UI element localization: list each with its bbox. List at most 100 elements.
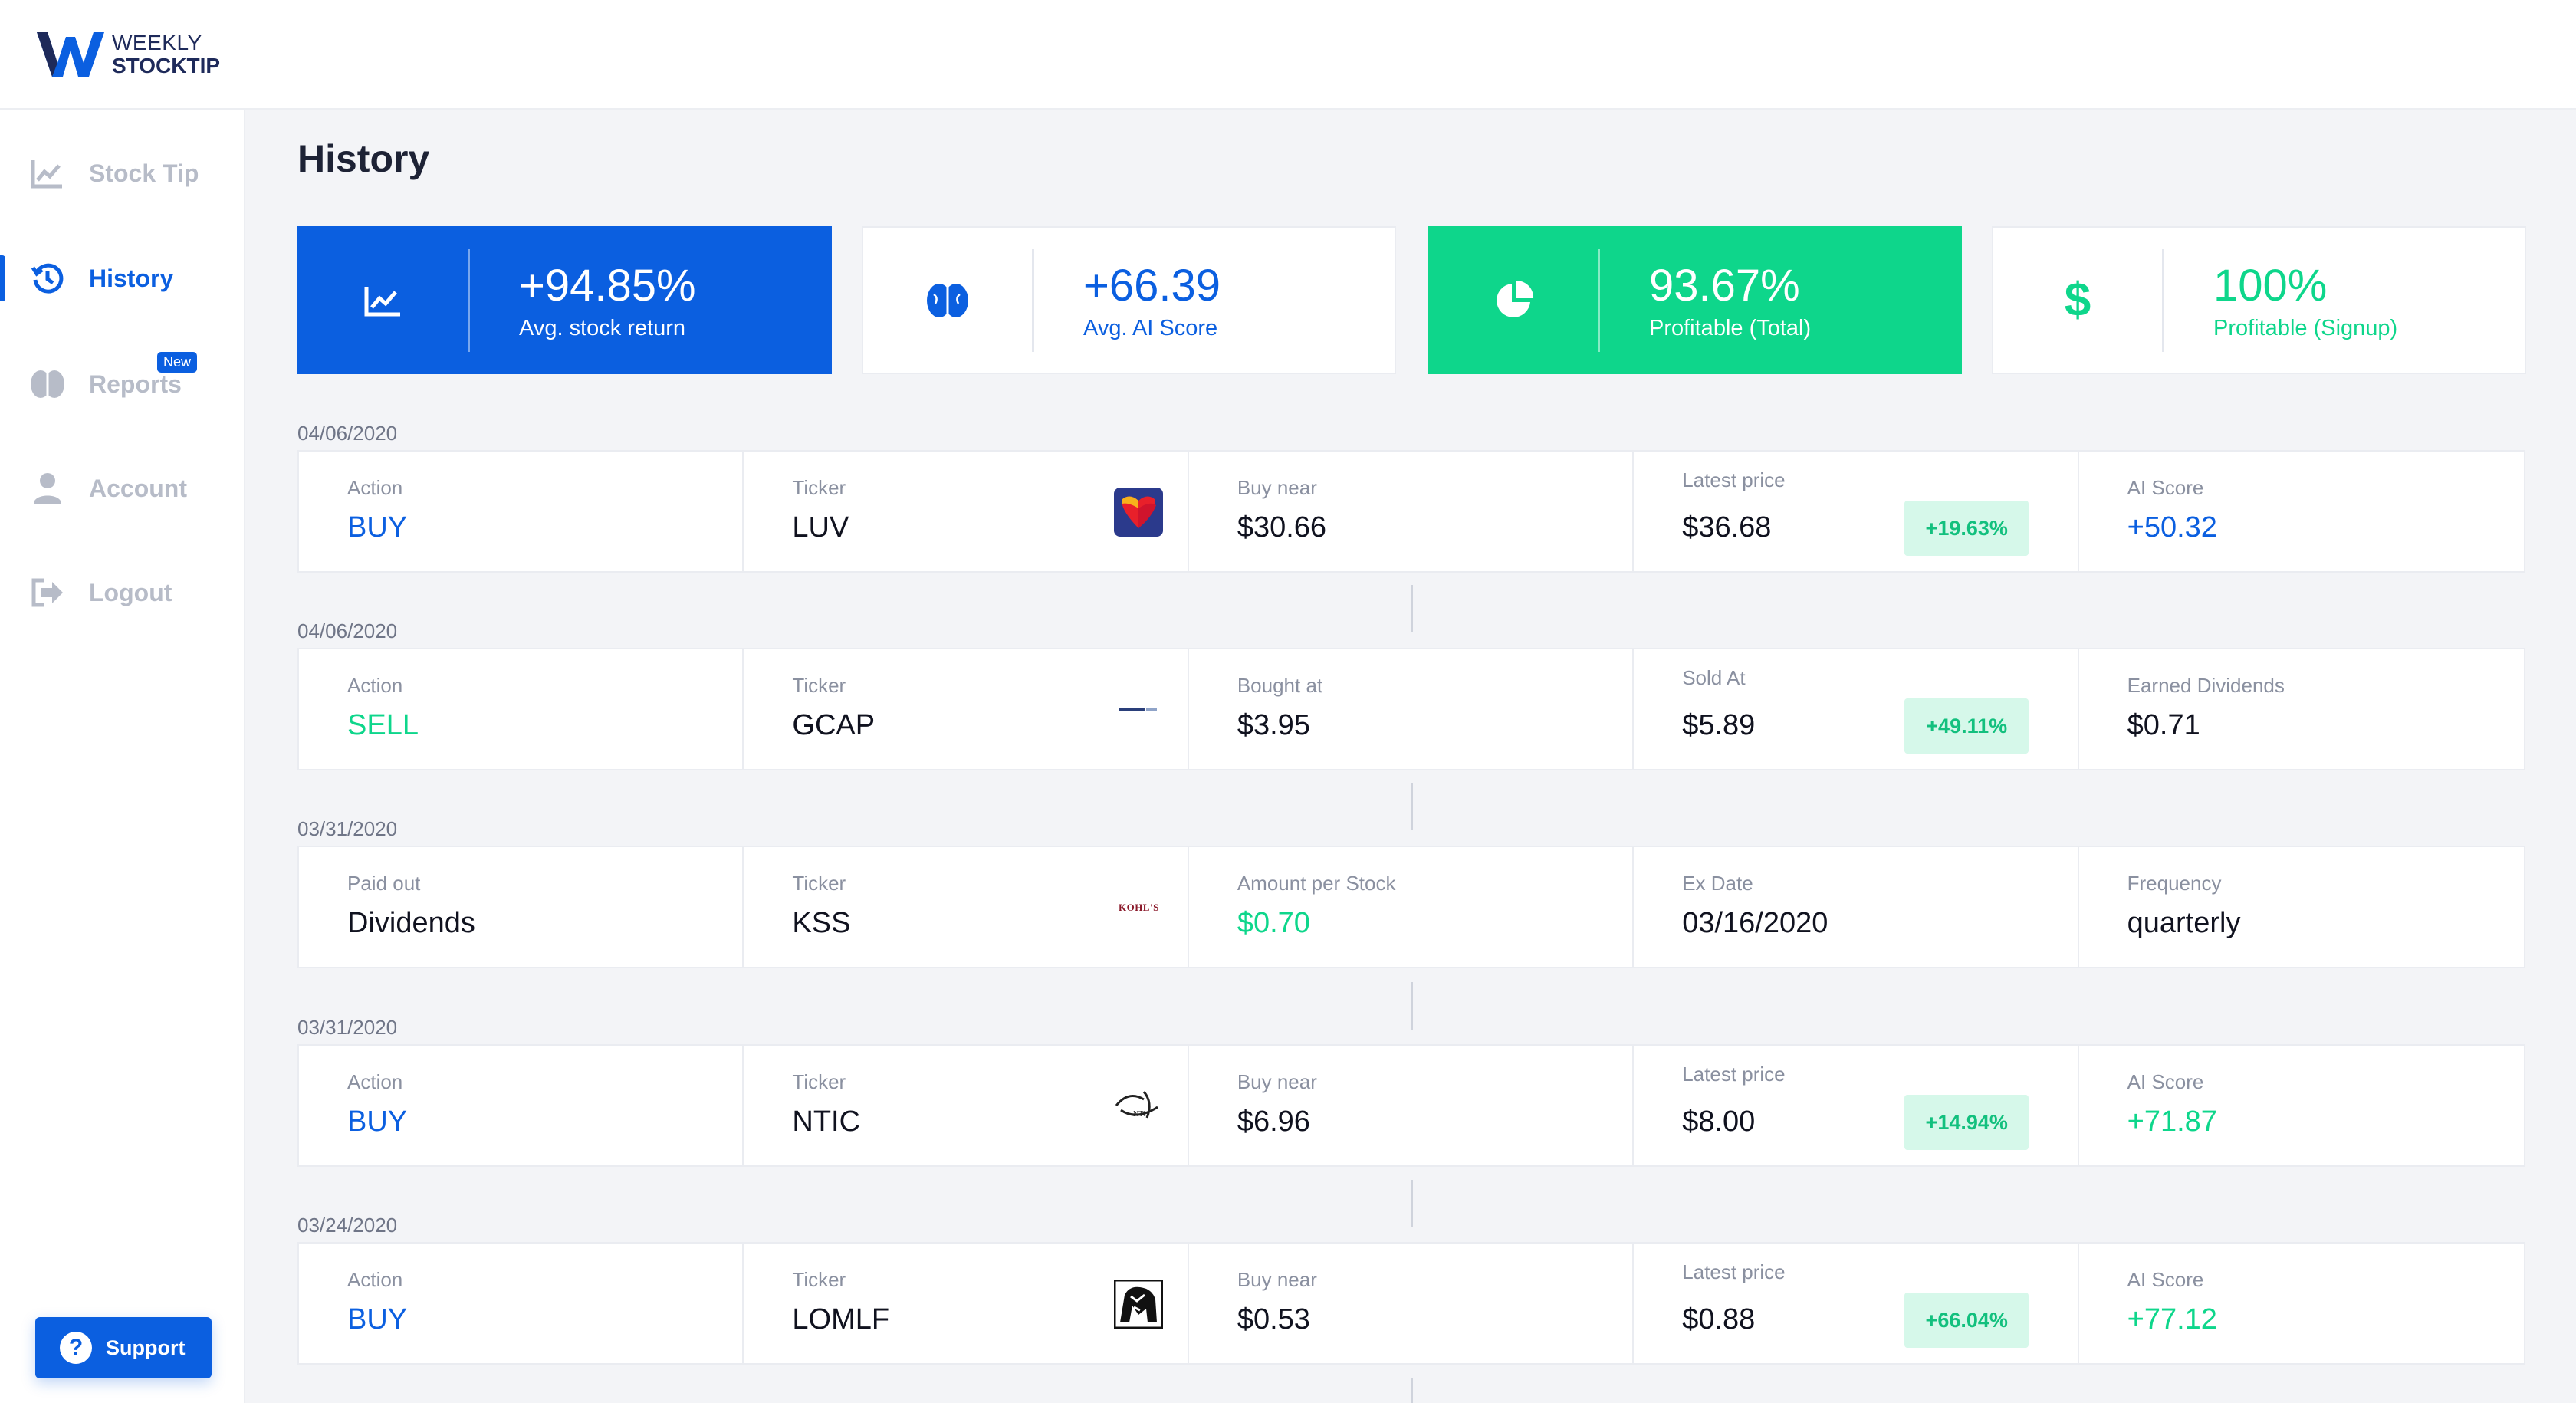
cell-label: Action bbox=[347, 1268, 403, 1291]
cell-label: Ticker bbox=[792, 476, 846, 499]
cell-label: AI Score bbox=[2127, 1070, 2204, 1093]
price-value: $6.96 bbox=[1237, 1106, 1310, 1138]
entry-date: 04/06/2020 bbox=[297, 619, 398, 642]
frequency-value: quarterly bbox=[2127, 907, 2241, 939]
stat-card-avg-ai-score: +66.39 Avg. AI Score bbox=[862, 226, 1396, 374]
sidebar-item-label: History bbox=[89, 264, 174, 292]
stat-value: 93.67% bbox=[1649, 261, 1800, 310]
top-bar: WEEKLY STOCKTIP bbox=[0, 0, 2576, 110]
history-row[interactable]: Action BUY Ticker LUV Buy near $30.66 Lates… bbox=[297, 450, 2525, 573]
cell-label: AI Score bbox=[2127, 476, 2204, 499]
ticker-value: LUV bbox=[792, 511, 849, 544]
stat-value: +94.85% bbox=[519, 261, 696, 310]
action-value: BUY bbox=[347, 1106, 408, 1138]
ai-score-value: +77.12 bbox=[2127, 1303, 2217, 1336]
sidebar-item-account[interactable]: Account bbox=[0, 458, 245, 519]
action-value: Dividends bbox=[347, 907, 475, 939]
stat-card-avg-return: +94.85% Avg. stock return bbox=[297, 226, 832, 374]
price-value: $5.89 bbox=[1682, 709, 1756, 741]
change-badge: +19.63% bbox=[1904, 501, 2029, 556]
price-value: $8.00 bbox=[1682, 1106, 1756, 1138]
cell-label: Latest price bbox=[1682, 1260, 1786, 1283]
ticker-value: KSS bbox=[792, 907, 851, 939]
cell-label: Amount per Stock bbox=[1237, 872, 1396, 895]
cell-label: Bought at bbox=[1237, 674, 1323, 697]
action-value: BUY bbox=[347, 1303, 408, 1336]
stat-label: Profitable (Total) bbox=[1649, 316, 1812, 340]
brand-line1: WEEKLY bbox=[112, 31, 202, 54]
ticker-value: NTIC bbox=[792, 1106, 861, 1138]
sidebar-item-label: Account bbox=[89, 474, 187, 502]
new-badge: New bbox=[157, 352, 198, 373]
action-value: SELL bbox=[347, 709, 419, 741]
timeline-connector bbox=[1411, 1378, 1413, 1403]
sidebar-item-label: Reports bbox=[89, 370, 182, 398]
change-badge: +14.94% bbox=[1904, 1095, 2029, 1150]
price-value: $0.88 bbox=[1682, 1303, 1756, 1336]
sidebar-item-stock-tip[interactable]: Stock Tip bbox=[0, 143, 245, 204]
gain-capital-logo bbox=[1112, 683, 1165, 737]
stat-card-profitable-total: 93.67% Profitable (Total) bbox=[1428, 226, 1962, 374]
cell-label: Ticker bbox=[792, 674, 846, 697]
amount-value: $0.70 bbox=[1237, 907, 1310, 939]
timeline-connector bbox=[1411, 585, 1413, 632]
help-icon: ? bbox=[60, 1332, 92, 1364]
history-row[interactable]: Action BUY Ticker LOMLF Buy near $0.53 Late… bbox=[297, 1242, 2525, 1365]
support-label: Support bbox=[106, 1336, 186, 1359]
cell-label: Latest price bbox=[1682, 1063, 1786, 1086]
stat-label: Avg. AI Score bbox=[1083, 316, 1218, 340]
chart-line-icon bbox=[364, 286, 400, 316]
price-value: $36.68 bbox=[1682, 511, 1772, 544]
brand-logo[interactable]: WEEKLY STOCKTIP bbox=[35, 28, 220, 81]
dollar-icon: $ bbox=[2064, 274, 2091, 327]
support-button[interactable]: ? Support bbox=[35, 1317, 212, 1378]
svg-text:NTI: NTI bbox=[1133, 1110, 1146, 1119]
cell-label: Paid out bbox=[347, 872, 421, 895]
timeline-connector bbox=[1411, 1180, 1413, 1227]
cell-label: AI Score bbox=[2127, 1268, 2204, 1291]
history-icon bbox=[29, 260, 66, 297]
cell-label: Ex Date bbox=[1682, 872, 1753, 895]
history-row[interactable]: Paid out Dividends Ticker KSS KOHL'S Amoun… bbox=[297, 846, 2525, 968]
cell-label: Ticker bbox=[792, 1070, 846, 1093]
cell-label: Frequency bbox=[2127, 872, 2222, 895]
page-title: History bbox=[297, 137, 430, 180]
dividends-value: $0.71 bbox=[2127, 709, 2200, 741]
ticker-value: GCAP bbox=[792, 709, 876, 741]
history-row[interactable]: Action SELL Ticker GCAP Bought at $3.95 Sol… bbox=[297, 648, 2525, 770]
cell-label: Buy near bbox=[1237, 476, 1317, 499]
brain-icon bbox=[29, 366, 66, 402]
ai-score-value: +50.32 bbox=[2127, 511, 2217, 544]
cell-label: Latest price bbox=[1682, 468, 1786, 491]
timeline-connector bbox=[1411, 982, 1413, 1030]
logout-icon bbox=[29, 574, 66, 611]
cell-label: Ticker bbox=[792, 872, 846, 895]
history-row[interactable]: Action BUY Ticker NTIC NTI Buy near $6.96 L… bbox=[297, 1044, 2525, 1167]
stat-label: Profitable (Signup) bbox=[2213, 316, 2398, 340]
chart-line-icon bbox=[29, 155, 66, 192]
sidebar-item-label: Logout bbox=[89, 578, 172, 606]
price-value: $30.66 bbox=[1237, 511, 1327, 544]
sidebar: Stock Tip History Reports New Account Lo… bbox=[0, 110, 245, 1403]
sidebar-item-logout[interactable]: Logout bbox=[0, 562, 245, 623]
sidebar-item-reports[interactable]: Reports New bbox=[0, 352, 245, 415]
cell-label: Action bbox=[347, 1070, 403, 1093]
entry-date: 03/24/2020 bbox=[297, 1214, 398, 1237]
stat-value: +66.39 bbox=[1083, 261, 1221, 310]
user-icon bbox=[29, 470, 66, 507]
cell-label: Action bbox=[347, 476, 403, 499]
stat-value: 100% bbox=[2213, 261, 2328, 310]
brand-line2: STOCKTIP bbox=[112, 54, 221, 77]
cell-label: Buy near bbox=[1237, 1268, 1317, 1291]
pie-chart-icon bbox=[1497, 280, 1534, 317]
kohls-logo: KOHL'S bbox=[1118, 902, 1159, 913]
sidebar-item-label: Stock Tip bbox=[89, 159, 199, 187]
timeline-connector bbox=[1411, 783, 1413, 830]
entry-date: 04/06/2020 bbox=[297, 422, 398, 445]
action-value: BUY bbox=[347, 511, 408, 544]
weekly-stocktip-logo-icon bbox=[37, 32, 104, 77]
entry-date: 03/31/2020 bbox=[297, 817, 398, 840]
ticker-value: LOMLF bbox=[792, 1303, 890, 1336]
lion-logo bbox=[1112, 1277, 1165, 1331]
sidebar-item-history[interactable]: History bbox=[0, 248, 245, 309]
